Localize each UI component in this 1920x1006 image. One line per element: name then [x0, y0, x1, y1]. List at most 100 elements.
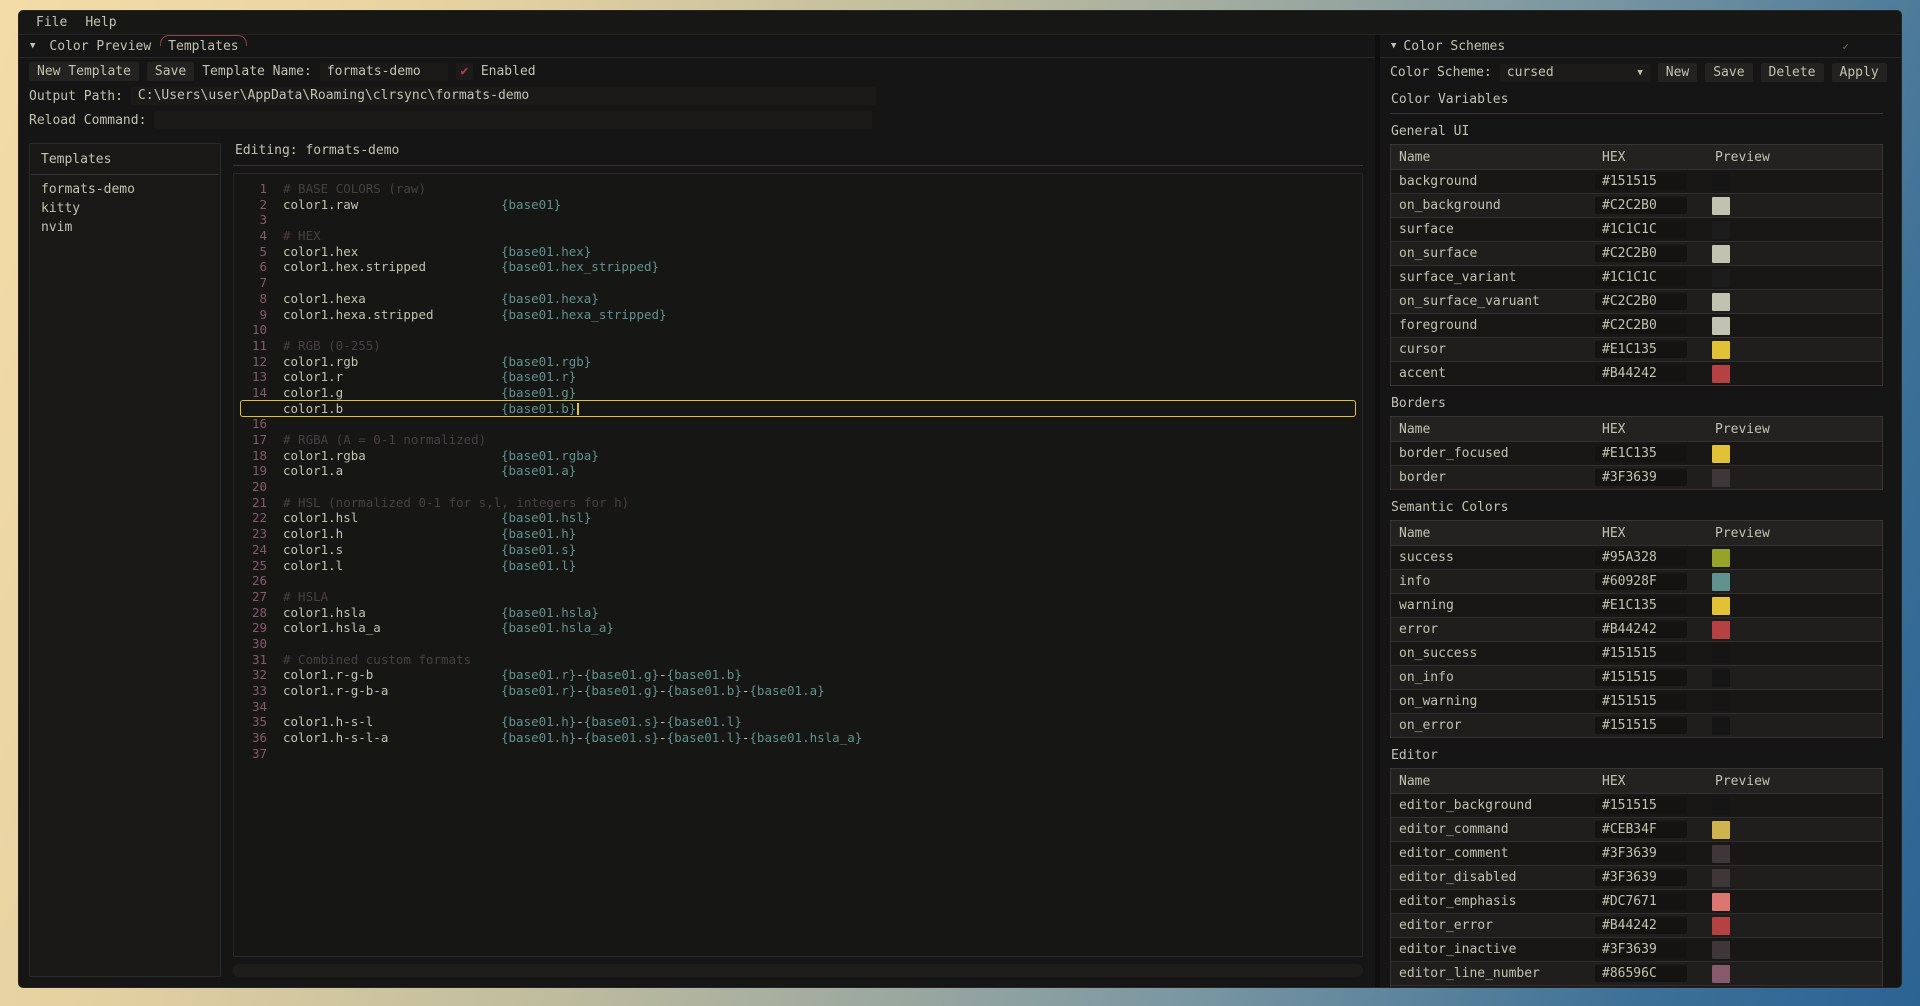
code-line-11[interactable]: 11# RGB (0-255) [241, 338, 1355, 354]
code-line-5[interactable]: 5color1.hex{base01.hex} [241, 244, 1355, 260]
color-swatch[interactable] [1712, 293, 1730, 311]
hex-input[interactable]: #3F3639 [1595, 869, 1687, 886]
scheme-apply-button[interactable]: Apply [1832, 63, 1887, 82]
code-line-23[interactable]: 23color1.h{base01.h} [241, 526, 1355, 542]
hex-input[interactable]: #C2C2B0 [1595, 245, 1687, 262]
hex-input[interactable]: #151515 [1595, 173, 1687, 190]
code-line-26[interactable]: 26 [241, 573, 1355, 589]
color-swatch[interactable] [1712, 597, 1730, 615]
hex-input[interactable]: #E1C135 [1595, 445, 1687, 462]
color-swatch[interactable] [1712, 693, 1730, 711]
hex-input[interactable]: #B44242 [1595, 621, 1687, 638]
hex-input[interactable]: #C2C2B0 [1595, 293, 1687, 310]
code-line-17[interactable]: 17# RGBA (A = 0-1 normalized) [241, 432, 1355, 448]
color-swatch[interactable] [1712, 621, 1730, 639]
collapse-arrow-icon[interactable]: ▼ [1391, 41, 1396, 51]
color-swatch[interactable] [1712, 845, 1730, 863]
code-line-37[interactable]: 37 [241, 746, 1355, 762]
hex-input[interactable]: #CEB34F [1595, 821, 1687, 838]
hex-input[interactable]: #E1C135 [1595, 597, 1687, 614]
hex-input[interactable]: #151515 [1595, 669, 1687, 686]
code-line-13[interactable]: 13color1.r{base01.r} [241, 369, 1355, 385]
menu-item-help[interactable]: Help [76, 13, 125, 32]
hex-input[interactable]: #3F3639 [1595, 941, 1687, 958]
color-swatch[interactable] [1712, 365, 1730, 383]
code-line-8[interactable]: 8color1.hexa{base01.hexa} [241, 291, 1355, 307]
code-line-4[interactable]: 4# HEX [241, 228, 1355, 244]
color-swatch[interactable] [1712, 669, 1730, 687]
color-swatch[interactable] [1712, 573, 1730, 591]
code-line-35[interactable]: 35color1.h-s-l{base01.h}-{base01.s}-{bas… [241, 714, 1355, 730]
reload-command-input[interactable] [154, 111, 872, 129]
save-template-button[interactable]: Save [147, 62, 194, 81]
hex-input[interactable]: #B44242 [1595, 365, 1687, 382]
hex-input[interactable]: #E1C135 [1595, 341, 1687, 358]
color-swatch[interactable] [1712, 645, 1730, 663]
code-line-15[interactable]: color1.b{base01.b} [241, 401, 1355, 417]
color-swatch[interactable] [1712, 317, 1730, 335]
code-line-20[interactable]: 20 [241, 479, 1355, 495]
code-line-3[interactable]: 3 [241, 212, 1355, 228]
code-line-33[interactable]: 33color1.r-g-b-a{base01.r}-{base01.g}-{b… [241, 683, 1355, 699]
new-template-button[interactable]: New Template [29, 62, 139, 81]
code-line-30[interactable]: 30 [241, 636, 1355, 652]
code-line-24[interactable]: 24color1.s{base01.s} [241, 542, 1355, 558]
code-line-29[interactable]: 29color1.hsla_a{base01.hsla_a} [241, 620, 1355, 636]
scheme-delete-button[interactable]: Delete [1761, 63, 1824, 82]
template-code-editor[interactable]: 1# BASE COLORS (raw)2color1.raw{base01}3… [233, 173, 1363, 957]
scheme-new-button[interactable]: New [1658, 63, 1697, 82]
color-swatch[interactable] [1712, 469, 1730, 487]
hex-input[interactable]: #DC7671 [1595, 893, 1687, 910]
color-swatch[interactable] [1712, 797, 1730, 815]
code-line-34[interactable]: 34 [241, 699, 1355, 715]
color-swatch[interactable] [1712, 717, 1730, 735]
hex-input[interactable]: #1C1C1C [1595, 269, 1687, 286]
code-line-9[interactable]: 9color1.hexa.stripped{base01.hexa_stripp… [241, 307, 1355, 323]
hex-input[interactable]: #151515 [1595, 717, 1687, 734]
hex-input[interactable]: #C2C2B0 [1595, 317, 1687, 334]
output-path-input[interactable]: C:\Users\user\AppData\Roaming\clrsync\fo… [131, 87, 876, 105]
scheme-save-button[interactable]: Save [1705, 63, 1752, 82]
color-swatch[interactable] [1712, 221, 1730, 239]
hex-input[interactable]: #1C1C1C [1595, 221, 1687, 238]
color-swatch[interactable] [1712, 173, 1730, 191]
color-swatch[interactable] [1712, 941, 1730, 959]
code-line-19[interactable]: 19color1.a{base01.a} [241, 463, 1355, 479]
color-swatch[interactable] [1712, 341, 1730, 359]
hex-input[interactable]: #86596C [1595, 965, 1687, 982]
color-swatch[interactable] [1712, 869, 1730, 887]
code-line-31[interactable]: 31# Combined custom formats [241, 652, 1355, 668]
code-line-1[interactable]: 1# BASE COLORS (raw) [241, 181, 1355, 197]
code-line-28[interactable]: 28color1.hsla{base01.hsla} [241, 605, 1355, 621]
code-line-22[interactable]: 22color1.hsl{base01.hsl} [241, 510, 1355, 526]
editor-hscrollbar[interactable] [233, 964, 1363, 977]
code-line-36[interactable]: 36color1.h-s-l-a{base01.h}-{base01.s}-{b… [241, 730, 1355, 746]
template-name-input[interactable]: formats-demo [320, 63, 448, 81]
hex-input[interactable]: #60928F [1595, 573, 1687, 590]
color-swatch[interactable] [1712, 821, 1730, 839]
hex-input[interactable]: #151515 [1595, 645, 1687, 662]
code-line-32[interactable]: 32color1.r-g-b{base01.r}-{base01.g}-{bas… [241, 667, 1355, 683]
color-swatch[interactable] [1712, 965, 1730, 983]
template-item-formats-demo[interactable]: formats-demo [30, 180, 220, 199]
color-swatch[interactable] [1712, 917, 1730, 935]
color-swatch[interactable] [1712, 197, 1730, 215]
color-swatch[interactable] [1712, 893, 1730, 911]
color-scheme-select[interactable]: cursed ▼ [1500, 64, 1650, 82]
tab-color-preview[interactable]: Color Preview [42, 38, 158, 55]
hex-input[interactable]: #151515 [1595, 797, 1687, 814]
code-line-16[interactable]: 16 [241, 416, 1355, 432]
code-line-21[interactable]: 21# HSL (normalized 0-1 for s,l, integer… [241, 495, 1355, 511]
hex-input[interactable]: #B44242 [1595, 917, 1687, 934]
code-line-12[interactable]: 12color1.rgb{base01.rgb} [241, 354, 1355, 370]
code-line-6[interactable]: 6color1.hex.stripped{base01.hex_stripped… [241, 259, 1355, 275]
color-swatch[interactable] [1712, 245, 1730, 263]
hex-input[interactable]: #95A328 [1595, 549, 1687, 566]
menu-item-file[interactable]: File [27, 13, 76, 32]
hex-input[interactable]: #151515 [1595, 693, 1687, 710]
code-line-27[interactable]: 27# HSLA [241, 589, 1355, 605]
enabled-checkbox[interactable]: ✔ [456, 63, 473, 80]
hex-input[interactable]: #3F3639 [1595, 469, 1687, 486]
color-swatch[interactable] [1712, 269, 1730, 287]
code-line-14[interactable]: 14color1.g{base01.g} [241, 385, 1355, 401]
